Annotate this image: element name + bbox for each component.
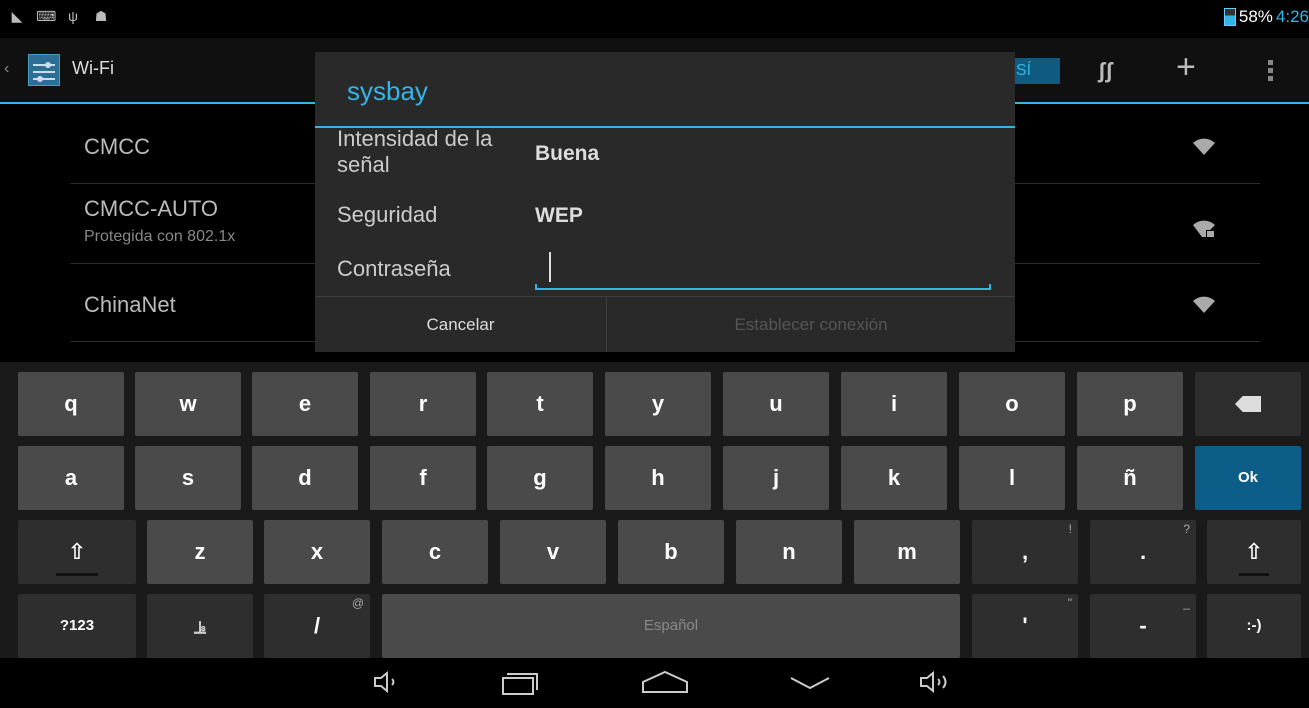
key-b[interactable]: b: [618, 520, 724, 584]
key-z[interactable]: z: [147, 520, 253, 584]
key-t[interactable]: t: [487, 372, 593, 436]
navigation-bar: [0, 658, 1309, 708]
cancel-button[interactable]: Cancelar: [315, 297, 607, 352]
settings-app-icon[interactable]: [28, 54, 60, 86]
comma-key[interactable]: , !: [972, 520, 1078, 584]
back-chevron-icon[interactable]: ‹: [4, 61, 14, 77]
dash-label: -: [1139, 613, 1147, 638]
dialog-title: sysbay: [347, 76, 428, 106]
battery-icon: [1223, 8, 1236, 26]
network-name: CMCC: [84, 134, 150, 159]
wifi-toggle[interactable]: SÍ: [1010, 58, 1060, 84]
network-subtitle: Protegida con 802.1x: [84, 228, 236, 245]
slash-key[interactable]: / @: [264, 594, 370, 658]
period-hint: ?: [1183, 522, 1190, 536]
overflow-menu-icon[interactable]: [1268, 60, 1274, 84]
key-l[interactable]: l: [959, 446, 1065, 510]
key-h[interactable]: h: [605, 446, 711, 510]
dialog-button-bar: Cancelar Establecer conexión: [315, 296, 1015, 352]
dash-hint: _: [1183, 596, 1190, 610]
apostrophe-hint: ": [1067, 596, 1072, 610]
period-label: .: [1139, 539, 1147, 564]
apostrophe-key[interactable]: ' ": [972, 594, 1078, 658]
settings-key[interactable]: ⫡: [147, 594, 253, 658]
soft-keyboard: q w e r t y u i o p a s d f g h j k l ñ …: [0, 362, 1309, 658]
connect-button[interactable]: Establecer conexión: [607, 297, 1015, 352]
keyboard-icon: ⌨: [36, 8, 57, 24]
shift-icon: ⇧: [67, 539, 87, 564]
key-p[interactable]: p: [1077, 372, 1183, 436]
apostrophe-label: ': [1022, 613, 1028, 638]
key-n-tilde[interactable]: ñ: [1077, 446, 1183, 510]
volume-up-icon[interactable]: [918, 670, 954, 699]
shift-key-left[interactable]: ⇧: [18, 520, 136, 584]
volume-down-icon[interactable]: [372, 670, 402, 699]
comma-label: ,: [1021, 539, 1029, 564]
comma-hint: !: [1068, 522, 1072, 536]
network-name: CMCC-AUTO: [84, 196, 219, 221]
page-title: Wi-Fi: [72, 58, 114, 78]
dash-key[interactable]: - _: [1090, 594, 1196, 658]
wifi-connect-dialog: sysbay Intensidad de la señal Buena Segu…: [315, 52, 1015, 352]
security-value: WEP: [535, 204, 583, 227]
smiley-key[interactable]: :-): [1207, 594, 1301, 658]
key-w[interactable]: w: [135, 372, 241, 436]
security-label: Seguridad: [337, 202, 438, 227]
wifi-signal-icon: [1192, 294, 1216, 313]
sliders-icon: ⫡: [193, 617, 206, 637]
key-j[interactable]: j: [723, 446, 829, 510]
android-debug-icon: ☗: [94, 8, 108, 24]
key-u[interactable]: u: [723, 372, 829, 436]
usb-icon: ψ: [68, 8, 78, 24]
battery-percentage: 58%: [1238, 7, 1273, 26]
key-k[interactable]: k: [841, 446, 947, 510]
key-n[interactable]: n: [736, 520, 842, 584]
shift-key-right[interactable]: ⇧: [1207, 520, 1301, 584]
backspace-icon: [1235, 396, 1261, 412]
key-i[interactable]: i: [841, 372, 947, 436]
space-key[interactable]: Español: [382, 594, 960, 658]
status-bar: ◣ ⌨ ψ ☗ 58% 4:26: [0, 0, 1309, 34]
ok-key[interactable]: Ok: [1195, 446, 1301, 510]
password-input[interactable]: [535, 244, 991, 290]
shift-icon: ⇧: [1244, 539, 1264, 564]
add-network-icon[interactable]: +: [1176, 50, 1196, 84]
key-f[interactable]: f: [370, 446, 476, 510]
signal-strength-label: Intensidad de la señal: [337, 126, 493, 177]
key-q[interactable]: q: [18, 372, 124, 436]
screenshot-icon: ◣: [11, 8, 23, 24]
key-o[interactable]: o: [959, 372, 1065, 436]
wps-icon[interactable]: ʃʃ: [1098, 58, 1113, 84]
hide-keyboard-icon[interactable]: [788, 670, 832, 699]
home-icon[interactable]: [640, 670, 690, 699]
key-x[interactable]: x: [264, 520, 370, 584]
clock: 4:26: [1275, 7, 1309, 26]
key-y[interactable]: y: [605, 372, 711, 436]
wifi-locked-signal-icon: [1192, 218, 1216, 237]
key-r[interactable]: r: [370, 372, 476, 436]
key-a[interactable]: a: [18, 446, 124, 510]
key-v[interactable]: v: [500, 520, 606, 584]
network-name: ChinaNet: [84, 292, 176, 317]
password-label: Contraseña: [337, 256, 451, 281]
period-key[interactable]: . ?: [1090, 520, 1196, 584]
symbols-key[interactable]: ?123: [18, 594, 136, 658]
key-d[interactable]: d: [252, 446, 358, 510]
wifi-signal-icon: [1192, 136, 1216, 155]
key-g[interactable]: g: [487, 446, 593, 510]
signal-strength-value: Buena: [535, 142, 600, 165]
slash-hint: @: [351, 596, 364, 610]
slash-label: /: [313, 613, 321, 638]
recent-apps-icon[interactable]: [500, 670, 540, 701]
key-s[interactable]: s: [135, 446, 241, 510]
key-e[interactable]: e: [252, 372, 358, 436]
key-c[interactable]: c: [382, 520, 488, 584]
key-m[interactable]: m: [854, 520, 960, 584]
backspace-key[interactable]: [1195, 372, 1301, 436]
